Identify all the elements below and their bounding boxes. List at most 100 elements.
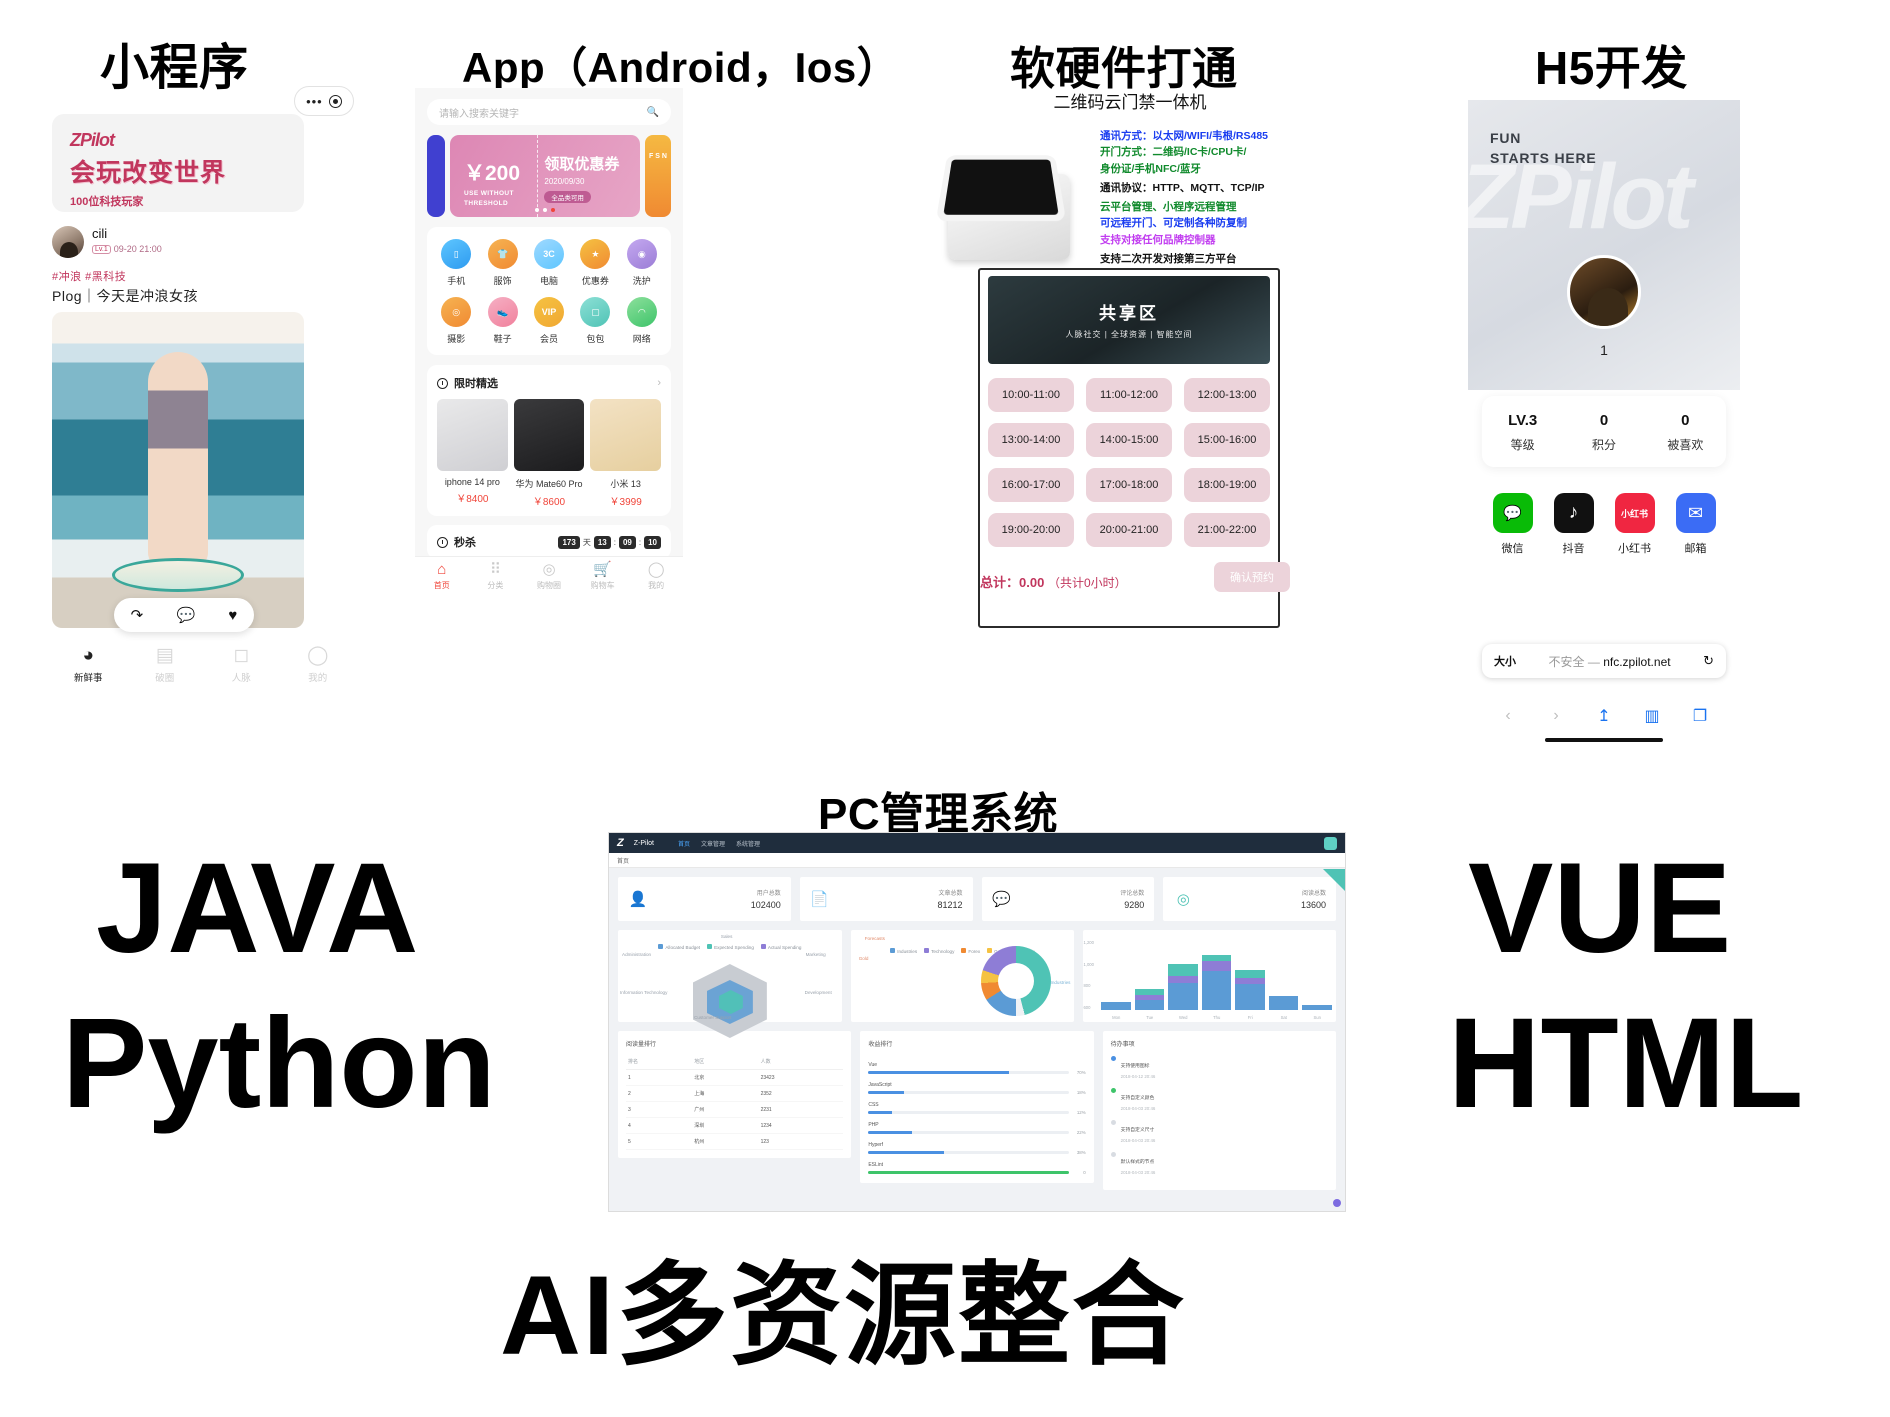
- social-douyin[interactable]: ♪ 抖音: [1543, 493, 1604, 556]
- post-tags[interactable]: #冲浪 #黑科技: [52, 268, 126, 284]
- app-tab-profile[interactable]: ◯ 我的: [629, 557, 683, 598]
- timeslot[interactable]: 15:00-16:00: [1184, 423, 1270, 457]
- comment-icon[interactable]: 💬: [176, 606, 195, 624]
- like-icon[interactable]: ♥: [228, 607, 237, 624]
- nav-item-articles[interactable]: 文章管理: [701, 839, 725, 848]
- timeslot-grid[interactable]: 10:00-11:00 11:00-12:00 12:00-13:00 13:0…: [988, 378, 1270, 547]
- social-wechat[interactable]: 💬 微信: [1482, 493, 1543, 556]
- tab-renmai[interactable]: ◻ 人脉: [203, 646, 280, 684]
- url-text[interactable]: 不安全 — nfc.zpilot.net: [1526, 653, 1693, 670]
- dot-active[interactable]: [551, 208, 555, 212]
- tab-wode[interactable]: ◯ 我的: [280, 646, 357, 684]
- y-tick: 600: [1083, 1004, 1091, 1010]
- timeslot[interactable]: 16:00-17:00: [988, 468, 1074, 502]
- category-wangluo[interactable]: ◠ 网络: [619, 297, 665, 345]
- timeslot[interactable]: 20:00-21:00: [1086, 513, 1172, 547]
- dot[interactable]: [543, 208, 547, 212]
- category-grid[interactable]: ▯ 手机 👕 服饰 3C 电脑 ★ 优惠券 ◉ 洗护 ◎ 摄影 👟 鞋子 VIP 会员 ▢ 包包 …: [427, 227, 671, 355]
- browser-toolbar[interactable]: ‹ › ↥ ▥ ❐: [1468, 706, 1740, 726]
- pc-nav[interactable]: 首页 文章管理 系统管理: [678, 839, 760, 848]
- todo-item[interactable]: 支持自定义颜色 2018-04-03 20:46: [1110, 1086, 1328, 1111]
- post-photo[interactable]: [52, 312, 304, 628]
- timeslot[interactable]: 17:00-18:00: [1086, 468, 1172, 502]
- wechat-icon[interactable]: 💬: [1492, 493, 1533, 533]
- timeslot[interactable]: 19:00-20:00: [988, 513, 1074, 547]
- timeslot[interactable]: 11:00-12:00: [1086, 378, 1172, 412]
- share-icon[interactable]: ↷: [131, 606, 144, 624]
- bookmarks-icon[interactable]: ▥: [1628, 706, 1676, 726]
- text-size-button[interactable]: 大小: [1494, 653, 1516, 669]
- chevron-right-icon[interactable]: ›: [657, 377, 661, 389]
- reload-icon[interactable]: ↻: [1703, 653, 1714, 669]
- category-shouji[interactable]: ▯ 手机: [433, 239, 479, 287]
- todo-date: 2018-04-12 20:46: [1120, 1074, 1156, 1079]
- avatar[interactable]: [1567, 255, 1641, 329]
- app-tab-home[interactable]: ⌂ 首页: [415, 557, 469, 598]
- app-tab-circle[interactable]: ◎ 购物圈: [522, 557, 576, 598]
- product-item[interactable]: iphone 14 pro ￥8400: [437, 399, 508, 508]
- floating-action-button[interactable]: [1333, 1199, 1341, 1207]
- timeslot[interactable]: 14:00-15:00: [1086, 423, 1172, 457]
- h5-social-links[interactable]: 💬 微信 ♪ 抖音 小红书 小红书 ✉ 邮箱: [1482, 493, 1726, 556]
- dot[interactable]: [535, 208, 539, 212]
- search-icon[interactable]: 🔍: [647, 107, 659, 118]
- app-tab-cart[interactable]: 🛒 购物车: [576, 557, 630, 598]
- xiaohongshu-icon[interactable]: 小红书: [1614, 493, 1655, 533]
- miniprogram-capsule[interactable]: •••: [294, 86, 354, 116]
- todo-item[interactable]: 支持使用图标 2018-04-12 20:46: [1110, 1054, 1328, 1079]
- confirm-booking-button[interactable]: 确认预约: [1214, 562, 1290, 592]
- category-sheying[interactable]: ◎ 摄影: [433, 297, 479, 345]
- tab-poquan[interactable]: ▤ 破圈: [127, 646, 204, 684]
- timeslot[interactable]: 12:00-13:00: [1184, 378, 1270, 412]
- category-xiezi[interactable]: 👟 鞋子: [479, 297, 525, 345]
- timeslot[interactable]: 13:00-14:00: [988, 423, 1074, 457]
- social-mail[interactable]: ✉ 邮箱: [1665, 493, 1726, 556]
- nav-item-home[interactable]: 首页: [678, 839, 690, 848]
- forward-icon[interactable]: ›: [1532, 707, 1580, 725]
- back-icon[interactable]: ‹: [1484, 707, 1532, 725]
- todo-item[interactable]: 默认样式的节点 2018-04-03 20:46: [1110, 1150, 1328, 1175]
- social-xiaohongshu[interactable]: 小红书 小红书: [1604, 493, 1665, 556]
- coupon-card[interactable]: ￥200 USE WITHOUT THRESHOLD 领取优惠券 2020/09…: [450, 135, 640, 217]
- more-icon[interactable]: •••: [306, 95, 323, 108]
- post-actions[interactable]: ↷ 💬 ♥: [114, 598, 254, 632]
- carousel-dots[interactable]: [535, 208, 555, 212]
- product-item[interactable]: 小米 13 ￥3999: [590, 399, 662, 508]
- timeslot[interactable]: 10:00-11:00: [988, 378, 1074, 412]
- browser-address-bar[interactable]: 大小 不安全 — nfc.zpilot.net ↻: [1482, 644, 1726, 678]
- app-tab-category[interactable]: ⠿ 分类: [469, 557, 523, 598]
- post-author[interactable]: cili Lv.1 09-20 21:00: [52, 226, 162, 258]
- category-youhuiquan[interactable]: ★ 优惠券: [572, 239, 618, 287]
- close-target-icon[interactable]: [328, 94, 342, 108]
- timeslot[interactable]: 18:00-19:00: [1184, 468, 1270, 502]
- category-huiyuan[interactable]: VIP 会员: [526, 297, 572, 345]
- nav-item-system[interactable]: 系统管理: [736, 839, 760, 848]
- cart-icon: 🛒: [593, 561, 612, 578]
- timeslot[interactable]: 21:00-22:00: [1184, 513, 1270, 547]
- todo-item[interactable]: 支持自定义尺寸 2018-04-03 20:46: [1110, 1118, 1328, 1143]
- brand-name: Z-Pilot: [633, 839, 654, 847]
- miniprogram-banner[interactable]: ZPilot 会玩改变世界 100位科技玩家: [52, 114, 304, 212]
- spec-line: 开门方式：二维码/IC卡/CPU卡/: [1100, 146, 1247, 159]
- tab-xinxianshi[interactable]: ◕ 新鲜事: [50, 646, 127, 684]
- search-input[interactable]: 请输入搜索关键字 🔍: [427, 99, 671, 125]
- todo-date: 2018-04-03 20:46: [1120, 1138, 1156, 1143]
- category-fushi[interactable]: 👕 服饰: [479, 239, 525, 287]
- category-diannao[interactable]: 3C 电脑: [526, 239, 572, 287]
- banner-next-card[interactable]: F S N: [645, 135, 671, 217]
- promo-banner[interactable]: ￥200 USE WITHOUT THRESHOLD 领取优惠券 2020/09…: [427, 135, 671, 217]
- app-tabbar[interactable]: ⌂ 首页 ⠿ 分类 ◎ 购物圈 🛒 购物车 ◯ 我的: [415, 556, 683, 598]
- avatar[interactable]: [52, 226, 84, 258]
- seckill-title: 秒杀: [454, 537, 476, 549]
- share-icon[interactable]: ↥: [1580, 706, 1628, 726]
- countdown-days-label: 天: [582, 537, 591, 547]
- tabs-icon[interactable]: ❐: [1676, 706, 1724, 726]
- douyin-icon[interactable]: ♪: [1553, 493, 1594, 533]
- mail-icon[interactable]: ✉: [1675, 493, 1716, 533]
- user-avatar[interactable]: [1324, 836, 1337, 850]
- miniprogram-tabbar[interactable]: ◕ 新鲜事 ▤ 破圈 ◻ 人脉 ◯ 我的: [50, 646, 356, 684]
- category-baobao[interactable]: ▢ 包包: [572, 297, 618, 345]
- category-xihu[interactable]: ◉ 洗护: [619, 239, 665, 287]
- banner-prev-card[interactable]: [427, 135, 445, 217]
- product-item[interactable]: 华为 Mate60 Pro ￥8600: [513, 399, 585, 508]
